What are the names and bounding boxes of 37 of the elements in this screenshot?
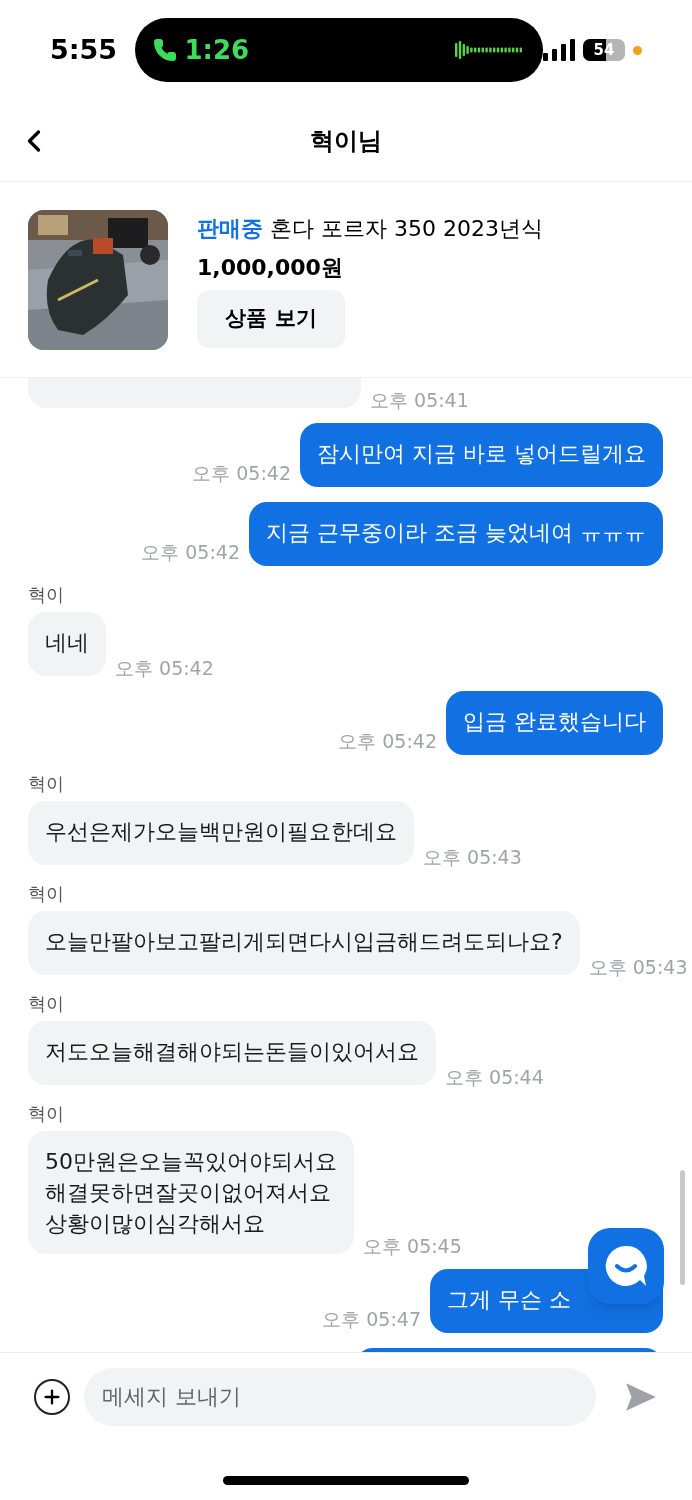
message-time: 오후 05:42	[338, 728, 437, 754]
signal-icon	[543, 39, 575, 61]
message-bubble: 오늘만팔아보고팔리게되면다시입금해드려도되나요?	[28, 911, 580, 975]
product-price: 1,000,000원	[197, 253, 344, 282]
message-bubble: 네네	[28, 612, 106, 676]
waveform-icon	[455, 40, 525, 60]
message-bubble: 우선은제가오늘백만원이필요한데요	[28, 801, 414, 865]
sender-name: 혁이	[28, 1102, 65, 1126]
message-time: 오후 05:43	[423, 845, 522, 868]
message-time: 오후 05:42	[115, 656, 214, 679]
sender-name: 혁이	[28, 992, 65, 1016]
sender-name: 혁이	[28, 583, 65, 607]
chat-title: 혁이님	[310, 125, 382, 157]
view-product-button[interactable]: 상품 보기	[197, 289, 345, 348]
call-pill[interactable]: 1:26	[134, 18, 543, 82]
sender-name: 혁이	[28, 882, 65, 906]
chat-bubble-icon	[604, 1244, 648, 1288]
add-button[interactable]	[34, 1378, 70, 1415]
message-bubble: 저도오늘해결해야되는돈들이있어서요	[28, 1021, 436, 1085]
message-time: 오후 05:42	[192, 460, 291, 486]
message-bubble: 입금 완료했습니다	[446, 691, 663, 755]
message-bubble: 잠시만여 지금 바로 넣어드릴게요	[300, 423, 663, 487]
sender-name: 혁이	[28, 772, 65, 796]
message-time: 오후 05:41	[370, 388, 469, 411]
product-title: 판매중 혼다 포르자 350 2023년식	[197, 214, 543, 243]
message-time: 오후 05:47	[322, 1306, 421, 1332]
message-time: 오후 05:45	[363, 1234, 462, 1257]
chatbot-button[interactable]	[588, 1228, 664, 1304]
message-time: 오후 05:43	[588, 955, 688, 978]
message-time: 오후 05:44	[445, 1065, 544, 1088]
phone-icon	[152, 38, 177, 62]
call-timer: 1:26	[184, 33, 250, 67]
message-time: 오후 05:42	[141, 539, 240, 565]
message-bubble: 50만원은오늘꼭있어야되서요 해결못하면잘곳이없어져서요 상황이많이심각해서요	[28, 1131, 354, 1254]
message-input[interactable]: 메세지 보내기	[84, 1367, 596, 1426]
status-time: 5:55	[50, 32, 119, 67]
message-bubble: 지금 근무중이라 조금 늦었네여 ㅠㅠㅠ	[249, 502, 663, 566]
